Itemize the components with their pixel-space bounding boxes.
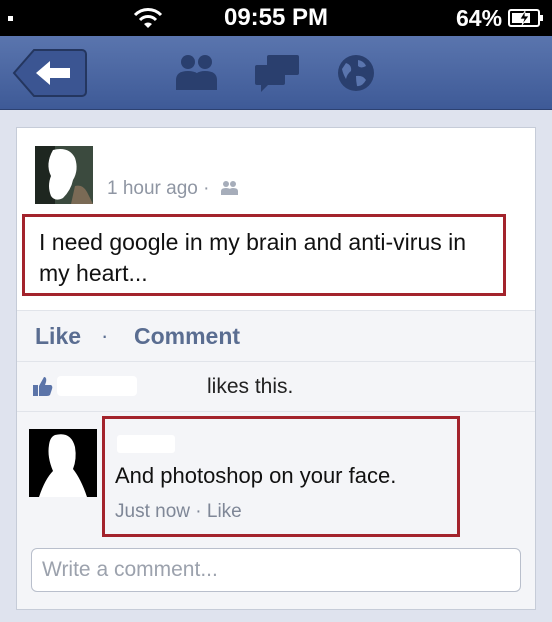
back-button[interactable] bbox=[12, 47, 88, 99]
poster-name-redacted bbox=[107, 148, 163, 168]
write-comment-input[interactable] bbox=[31, 548, 521, 592]
audience-friends-icon bbox=[220, 181, 238, 195]
commenter-name-redacted bbox=[117, 435, 175, 453]
comment-like-button[interactable]: Like bbox=[207, 501, 242, 522]
liker-name-redacted bbox=[57, 376, 137, 396]
comment-text: And photoshop on your face. bbox=[115, 463, 397, 488]
comment-meta: Just now · Like bbox=[115, 501, 242, 523]
battery-percent: 64% bbox=[456, 5, 503, 31]
nav-bar bbox=[0, 36, 552, 110]
like-button[interactable]: Like bbox=[35, 323, 81, 350]
post-meta: 1 hour ago · bbox=[107, 178, 239, 200]
friends-icon[interactable] bbox=[170, 52, 222, 94]
comment-time: Just now bbox=[115, 501, 190, 522]
comment-section: And photoshop on your face. Just now · L… bbox=[17, 412, 535, 609]
avatar[interactable] bbox=[35, 146, 93, 204]
comment-meta-separator: · bbox=[195, 501, 202, 522]
comment-highlight: And photoshop on your face. Just now · L… bbox=[102, 416, 460, 537]
post-text-highlight: I need google in my brain and anti-virus… bbox=[22, 214, 506, 296]
post-text: I need google in my brain and anti-virus… bbox=[39, 229, 467, 286]
action-bar: Like · Comment bbox=[17, 310, 535, 362]
action-separator: · bbox=[101, 323, 109, 348]
comment-button[interactable]: Comment bbox=[134, 323, 240, 350]
likes-text: likes this. bbox=[207, 375, 294, 398]
avatar[interactable] bbox=[29, 429, 97, 497]
globe-icon[interactable] bbox=[334, 52, 378, 94]
thumbs-up-icon bbox=[33, 377, 53, 396]
status-bar: 09:55 PM 64% bbox=[0, 0, 552, 36]
messages-icon[interactable] bbox=[253, 52, 301, 94]
likes-row: likes this. bbox=[17, 362, 535, 412]
post-timestamp[interactable]: 1 hour ago · bbox=[107, 178, 209, 199]
battery-icon bbox=[508, 9, 543, 27]
post-card: 1 hour ago · I need google in my brain a… bbox=[16, 127, 536, 610]
